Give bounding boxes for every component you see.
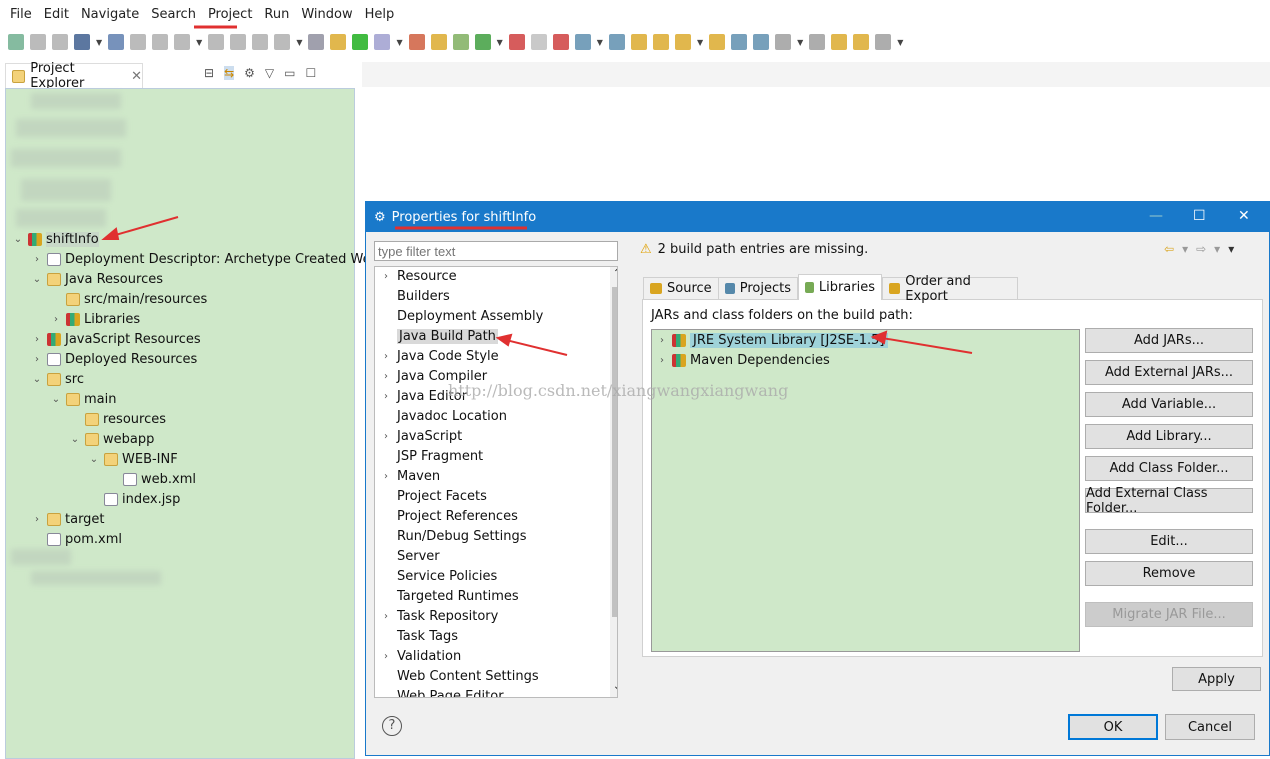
annotation-overlay bbox=[101, 25, 973, 356]
arrow-annotation bbox=[111, 216, 179, 237]
arrow-annotation bbox=[505, 339, 568, 356]
arrow-annotation bbox=[881, 337, 973, 354]
